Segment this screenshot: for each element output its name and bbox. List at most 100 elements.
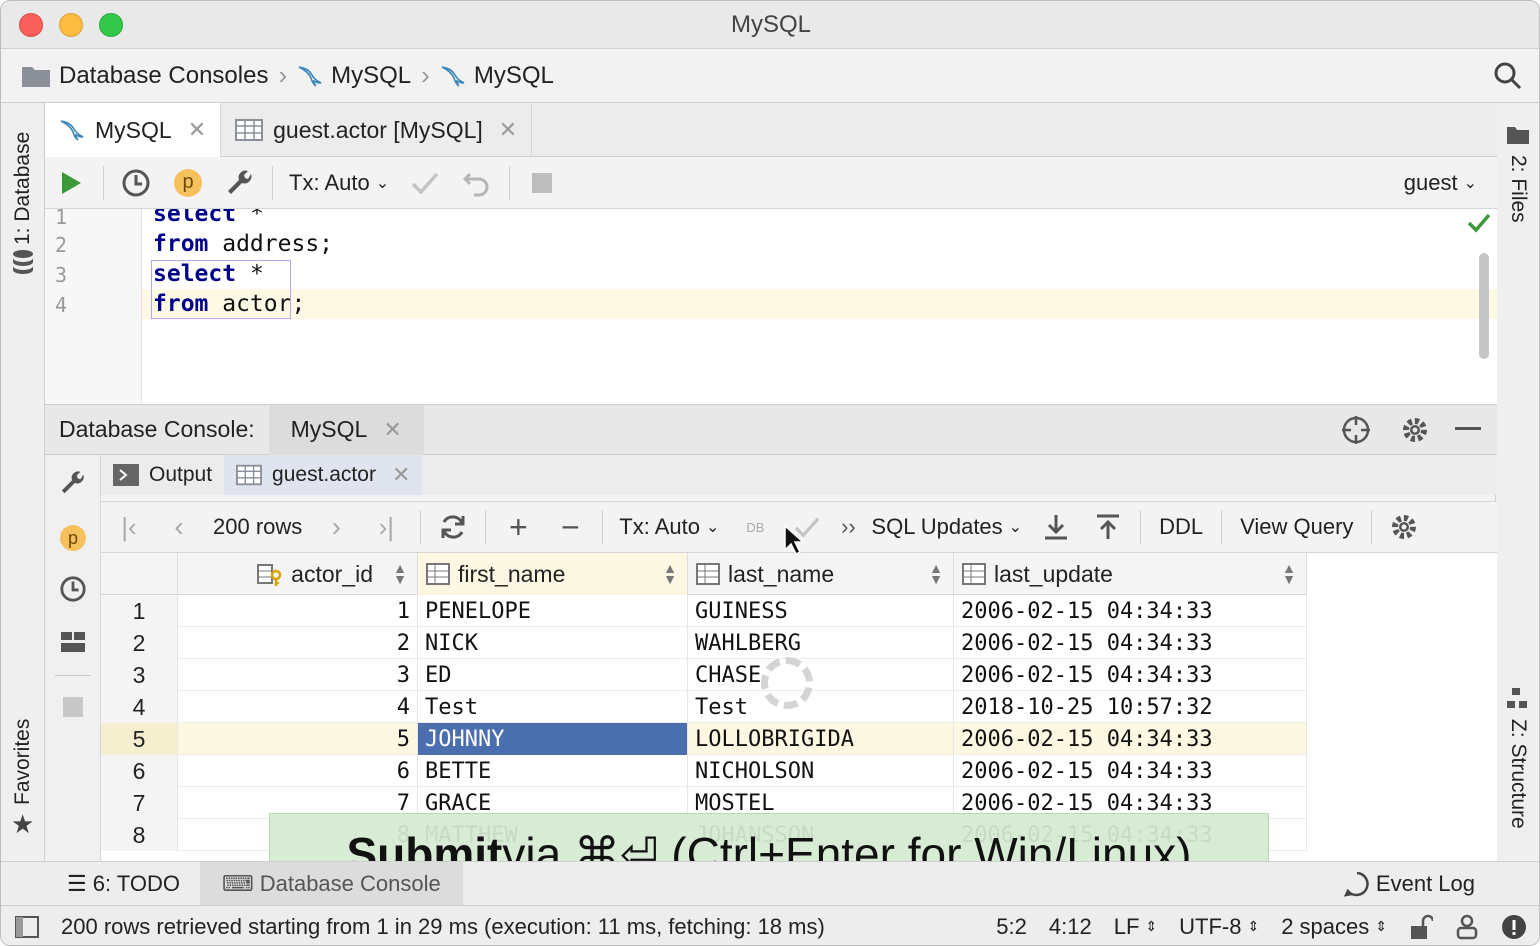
rollback-button[interactable]	[451, 157, 503, 209]
caret-position[interactable]: 5:2	[996, 914, 1027, 940]
sql-updates-dropdown[interactable]: SQL Updates ⌄	[863, 501, 1030, 553]
settings-wrench-button[interactable]	[214, 157, 266, 209]
schema-selector[interactable]: guest ⌄	[1384, 157, 1497, 209]
cell-last-update[interactable]: 2006-02-15 04:34:33	[954, 755, 1307, 787]
toggle-tool-windows-icon[interactable]	[15, 915, 39, 938]
reload-button[interactable]	[427, 501, 479, 553]
crosshair-icon[interactable]	[1341, 415, 1371, 445]
table-row[interactable]: 3 3 ED CHASE 2006-02-15 04:34:33	[101, 659, 1307, 691]
table-row[interactable]: 1 1 PENELOPE GUINESS 2006-02-15 04:34:33	[101, 595, 1307, 627]
cell-actor-id[interactable]: 3	[178, 659, 418, 691]
tab-guest-actor[interactable]: guest.actor [MySQL] ✕	[221, 103, 533, 157]
result-settings-button[interactable]	[1378, 501, 1430, 553]
ddl-button[interactable]: DDL	[1147, 501, 1215, 553]
encoding-selector[interactable]: UTF-8 ⇕	[1179, 914, 1259, 940]
commit-button[interactable]	[399, 157, 451, 209]
structure-tool-window-button[interactable]: Z: Structure	[1506, 719, 1530, 829]
more-actions-button[interactable]: ››	[833, 501, 863, 553]
breadcrumb-database-consoles[interactable]: Database Consoles	[21, 62, 268, 90]
column-header-actor-id[interactable]: actor_id ▲ ▼	[178, 553, 418, 595]
files-tool-window-button[interactable]: 2: Files	[1506, 155, 1530, 223]
table-row[interactable]: 4 4 Test Test 2018-10-25 10:57:32	[101, 691, 1307, 723]
column-header-last-update[interactable]: last_update ▲ ▼	[954, 553, 1307, 595]
cell-last-name[interactable]: CHASE	[688, 659, 954, 691]
inspector-icon[interactable]	[1455, 914, 1479, 940]
row-number[interactable]: 4	[101, 691, 178, 723]
tab-result-guest-actor[interactable]: guest.actor ✕	[224, 455, 423, 495]
cell-last-name[interactable]: Test	[688, 691, 954, 723]
cell-first-name[interactable]: JOHNNY	[418, 723, 688, 755]
line-separator-selector[interactable]: LF ⇕	[1114, 914, 1157, 940]
cell-last-update[interactable]: 2006-02-15 04:34:33	[954, 723, 1307, 755]
row-count-selector[interactable]: 200 rows	[201, 501, 314, 553]
editor-scrollbar[interactable]	[1479, 253, 1489, 359]
selection-position[interactable]: 4:12	[1049, 914, 1092, 940]
gear-icon[interactable]	[1401, 416, 1429, 444]
last-page-button[interactable]: ›|	[358, 501, 414, 553]
delete-row-button[interactable]: −	[544, 501, 596, 553]
history-button[interactable]	[110, 157, 162, 209]
parameters-button[interactable]: p	[162, 157, 214, 209]
breadcrumb-mysql-2[interactable]: MySQL	[440, 62, 554, 90]
row-number[interactable]: 6	[101, 755, 178, 787]
search-icon[interactable]	[1493, 61, 1523, 91]
result-tx-dropdown[interactable]: Tx: Auto ⌄	[609, 501, 729, 553]
row-number[interactable]: 8	[101, 819, 178, 851]
favorites-tool-window-button[interactable]: Favorites	[11, 719, 35, 805]
cell-last-update[interactable]: 2018-10-25 10:57:32	[954, 691, 1307, 723]
todo-tool-button[interactable]: ☰ 6: TODO	[1, 862, 200, 906]
table-row[interactable]: 5 5 JOHNNY LOLLOBRIGIDA 2006-02-15 04:34:33	[101, 723, 1307, 755]
database-console-tool-button[interactable]: ⌨ Database Console	[199, 861, 463, 906]
cell-actor-id[interactable]: 2	[178, 627, 418, 659]
cell-first-name[interactable]: NICK	[418, 627, 688, 659]
close-tab-icon[interactable]: ✕	[499, 117, 517, 143]
row-number[interactable]: 1	[101, 595, 178, 627]
export-button[interactable]	[1030, 501, 1082, 553]
cell-last-name[interactable]: GUINESS	[688, 595, 954, 627]
column-header-last-name[interactable]: last_name ▲ ▼	[688, 553, 954, 595]
view-query-button[interactable]: View Query	[1228, 501, 1365, 553]
first-page-button[interactable]: |‹	[101, 501, 157, 553]
cell-actor-id[interactable]: 1	[178, 595, 418, 627]
row-number[interactable]: 5	[101, 723, 178, 755]
row-number[interactable]: 2	[101, 627, 178, 659]
stop-button[interactable]	[516, 157, 568, 209]
close-tab-icon[interactable]: ✕	[188, 117, 206, 143]
clock-icon[interactable]	[59, 575, 87, 603]
db-submit-button[interactable]: DB	[729, 501, 781, 553]
execute-button[interactable]	[45, 157, 97, 209]
minimize-icon[interactable]	[1455, 426, 1481, 433]
p-badge-icon[interactable]: p	[60, 525, 86, 551]
indent-selector[interactable]: 2 spaces ⇕	[1281, 914, 1387, 940]
layout-icon[interactable]	[60, 631, 86, 653]
tab-output[interactable]: Output	[101, 455, 224, 495]
close-tab-icon[interactable]: ✕	[392, 462, 410, 488]
column-header-first-name[interactable]: first_name ▲ ▼	[418, 553, 688, 595]
cell-first-name[interactable]: BETTE	[418, 755, 688, 787]
row-number[interactable]: 7	[101, 787, 178, 819]
console-tab-mysql[interactable]: MySQL ✕	[268, 404, 424, 455]
cell-last-name[interactable]: WAHLBERG	[688, 627, 954, 659]
tab-mysql-console[interactable]: MySQL ✕	[45, 103, 222, 157]
lock-icon[interactable]	[1409, 914, 1433, 940]
add-row-button[interactable]: +	[492, 501, 544, 553]
database-tool-window-button[interactable]: 1: Database	[11, 132, 35, 245]
cell-first-name[interactable]: ED	[418, 659, 688, 691]
row-number[interactable]: 3	[101, 659, 178, 691]
cell-last-update[interactable]: 2006-02-15 04:34:33	[954, 595, 1307, 627]
breadcrumb-mysql-1[interactable]: MySQL	[297, 62, 411, 90]
previous-page-button[interactable]: ‹	[157, 501, 201, 553]
next-page-button[interactable]: ›	[314, 501, 358, 553]
cell-last-name[interactable]: LOLLOBRIGIDA	[688, 723, 954, 755]
stop-icon[interactable]	[63, 697, 83, 717]
cell-last-name[interactable]: NICHOLSON	[688, 755, 954, 787]
cell-first-name[interactable]: Test	[418, 691, 688, 723]
wrench-icon[interactable]	[59, 469, 87, 497]
cell-first-name[interactable]: PENELOPE	[418, 595, 688, 627]
cell-last-update[interactable]: 2006-02-15 04:34:33	[954, 627, 1307, 659]
cell-actor-id[interactable]: 5	[178, 723, 418, 755]
table-row[interactable]: 6 6 BETTE NICHOLSON 2006-02-15 04:34:33	[101, 755, 1307, 787]
cell-actor-id[interactable]: 4	[178, 691, 418, 723]
event-log-button[interactable]: Event Log	[1343, 871, 1539, 897]
alert-icon[interactable]	[1501, 914, 1527, 940]
